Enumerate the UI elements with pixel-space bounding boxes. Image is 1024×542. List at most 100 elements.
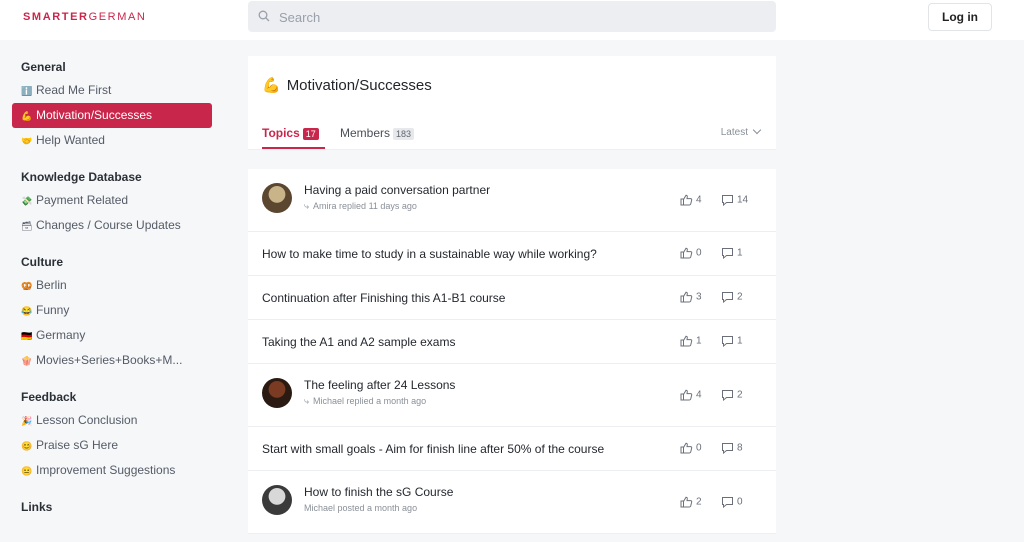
logo-text-german: GERMAN	[88, 11, 147, 23]
likes-value: 4	[696, 389, 702, 401]
tab-members-label: Members	[340, 126, 391, 140]
channel-emoji-icon: 🥨	[21, 281, 33, 291]
search-input[interactable]: Search	[248, 1, 776, 32]
comments-count[interactable]: 2	[721, 389, 743, 402]
sidebar-item-payment-related[interactable]: 💸 Payment Related	[12, 188, 212, 213]
sidebar-item-label: Read Me First	[36, 83, 112, 97]
comments-count[interactable]: 8	[721, 442, 743, 455]
thumbs-up-icon	[680, 496, 693, 508]
tab-topics-label: Topics	[262, 126, 300, 140]
topic-row[interactable]: The feeling after 24 Lessons ⤷ Michael rep…	[248, 364, 776, 427]
topic-row[interactable]: Start with small goals - Aim for finish …	[248, 427, 776, 471]
topic-meta: Michael posted a month ago	[304, 503, 417, 513]
topic-meta: ⤷ Amira replied 11 days ago	[304, 201, 417, 212]
reply-arrow-icon: ⤷	[304, 201, 310, 211]
sidebar-item-lesson-conclusion[interactable]: 🎉 Lesson Conclusion	[12, 408, 212, 433]
sidebar-item-changes-course-updates[interactable]: 🗃 Changes / Course Updates	[12, 213, 212, 238]
sidebar-item-praise-sg-here[interactable]: 😊 Praise sG Here	[12, 433, 212, 458]
sort-dropdown[interactable]: Latest	[721, 125, 762, 138]
likes-value: 1	[696, 335, 702, 347]
sidebar-section-title: Knowledge Database	[21, 170, 142, 184]
likes-count[interactable]: 2	[680, 496, 702, 508]
comment-icon	[722, 443, 733, 455]
tab-members[interactable]: Members 183	[340, 126, 415, 140]
sidebar-item-label: Berlin	[36, 278, 67, 292]
sidebar-item-germany[interactable]: 🇩🇪 Germany	[12, 323, 212, 348]
topic-list: Having a paid conversation partner ⤷ Amira…	[248, 169, 776, 534]
sidebar-item-label: Help Wanted	[36, 133, 105, 147]
avatar	[262, 183, 292, 213]
comment-icon	[722, 336, 733, 348]
top-header: SMARTERGERMAN Search Log in	[0, 0, 1024, 40]
tab-topics[interactable]: Topics 17	[262, 126, 319, 140]
topic-meta-text: Michael replied a month ago	[313, 396, 427, 406]
topic-row[interactable]: How to finish the sG Course Michael poste…	[248, 471, 776, 534]
topic-title[interactable]: Having a paid conversation partner	[304, 183, 490, 197]
sidebar-item-berlin[interactable]: 🥨 Berlin	[12, 273, 212, 298]
sidebar-item-help-wanted[interactable]: 🤝 Help Wanted	[12, 128, 212, 153]
sidebar-item-label: Improvement Suggestions	[36, 463, 176, 477]
sidebar-item-read-me-first[interactable]: ℹ️ Read Me First	[12, 78, 212, 103]
sidebar-item-movies-series-books-m[interactable]: 🍿 Movies+Series+Books+M...	[12, 348, 212, 373]
sidebar-item-funny[interactable]: 😂 Funny	[12, 298, 212, 323]
sidebar-item-label: Lesson Conclusion	[36, 413, 138, 427]
comments-value: 1	[737, 335, 743, 347]
likes-count[interactable]: 0	[680, 247, 702, 259]
comments-value: 1	[737, 247, 743, 259]
logo-text-smarter: SMARTER	[23, 11, 89, 23]
channel-emoji-icon: 🤝	[21, 136, 33, 146]
topic-title[interactable]: Start with small goals - Aim for finish …	[262, 442, 604, 456]
comment-icon	[722, 195, 733, 207]
likes-value: 2	[696, 496, 702, 508]
logo[interactable]: SMARTERGERMAN	[23, 11, 146, 23]
sidebar: General ℹ️ Read Me First 💪 Motivation/Succes…	[12, 56, 212, 518]
topic-title[interactable]: How to finish the sG Course	[304, 485, 453, 499]
active-tab-indicator	[262, 147, 325, 149]
topic-title[interactable]: How to make time to study in a sustainab…	[262, 247, 597, 261]
topic-row[interactable]: Having a paid conversation partner ⤷ Amira…	[248, 169, 776, 232]
comments-value: 2	[737, 291, 743, 303]
topic-row[interactable]: Taking the A1 and A2 sample exams 1 1	[248, 320, 776, 364]
likes-count[interactable]: 4	[680, 389, 702, 401]
topic-title[interactable]: Continuation after Finishing this A1-B1 …	[262, 291, 505, 305]
comment-icon	[722, 390, 733, 402]
likes-value: 3	[696, 291, 702, 303]
sidebar-item-label: Motivation/Successes	[36, 108, 153, 122]
comments-count[interactable]: 0	[721, 496, 743, 509]
comments-count[interactable]: 1	[721, 247, 743, 260]
likes-count[interactable]: 1	[680, 335, 702, 347]
topic-title[interactable]: The feeling after 24 Lessons	[304, 378, 455, 392]
comments-count[interactable]: 2	[721, 291, 743, 304]
chevron-down-icon	[752, 125, 762, 135]
thumbs-up-icon	[680, 389, 693, 401]
topic-row[interactable]: How to make time to study in a sustainab…	[248, 232, 776, 276]
reply-arrow-icon: ⤷	[304, 396, 310, 406]
channel-emoji-icon: 💸	[21, 196, 33, 206]
likes-count[interactable]: 4	[680, 194, 702, 206]
channel-emoji-icon: 🇩🇪	[21, 331, 33, 341]
sidebar-item-label: Changes / Course Updates	[36, 218, 181, 232]
sidebar-item-label: Funny	[36, 303, 70, 317]
sidebar-item-improvement-suggestions[interactable]: 😐 Improvement Suggestions	[12, 458, 212, 483]
topic-row[interactable]: Continuation after Finishing this A1-B1 …	[248, 276, 776, 320]
avatar	[262, 485, 292, 515]
likes-count[interactable]: 0	[680, 442, 702, 454]
likes-value: 0	[696, 442, 702, 454]
topic-meta: ⤷ Michael replied a month ago	[304, 396, 426, 407]
channel-emoji-icon: 😂	[21, 306, 33, 316]
topics-count-badge: 17	[302, 128, 319, 140]
members-count-badge: 183	[393, 128, 415, 140]
channel-title: 💪 Motivation/Successes	[262, 76, 432, 94]
sidebar-item-motivation-successes[interactable]: 💪 Motivation/Successes	[12, 103, 212, 128]
comments-value: 2	[737, 389, 743, 401]
channel-emoji-icon: 🗃	[21, 221, 33, 231]
comments-count[interactable]: 14	[721, 194, 748, 207]
likes-count[interactable]: 3	[680, 291, 702, 303]
comments-count[interactable]: 1	[721, 335, 743, 348]
topic-title[interactable]: Taking the A1 and A2 sample exams	[262, 335, 455, 349]
comment-icon	[722, 248, 733, 260]
login-button[interactable]: Log in	[928, 3, 992, 31]
